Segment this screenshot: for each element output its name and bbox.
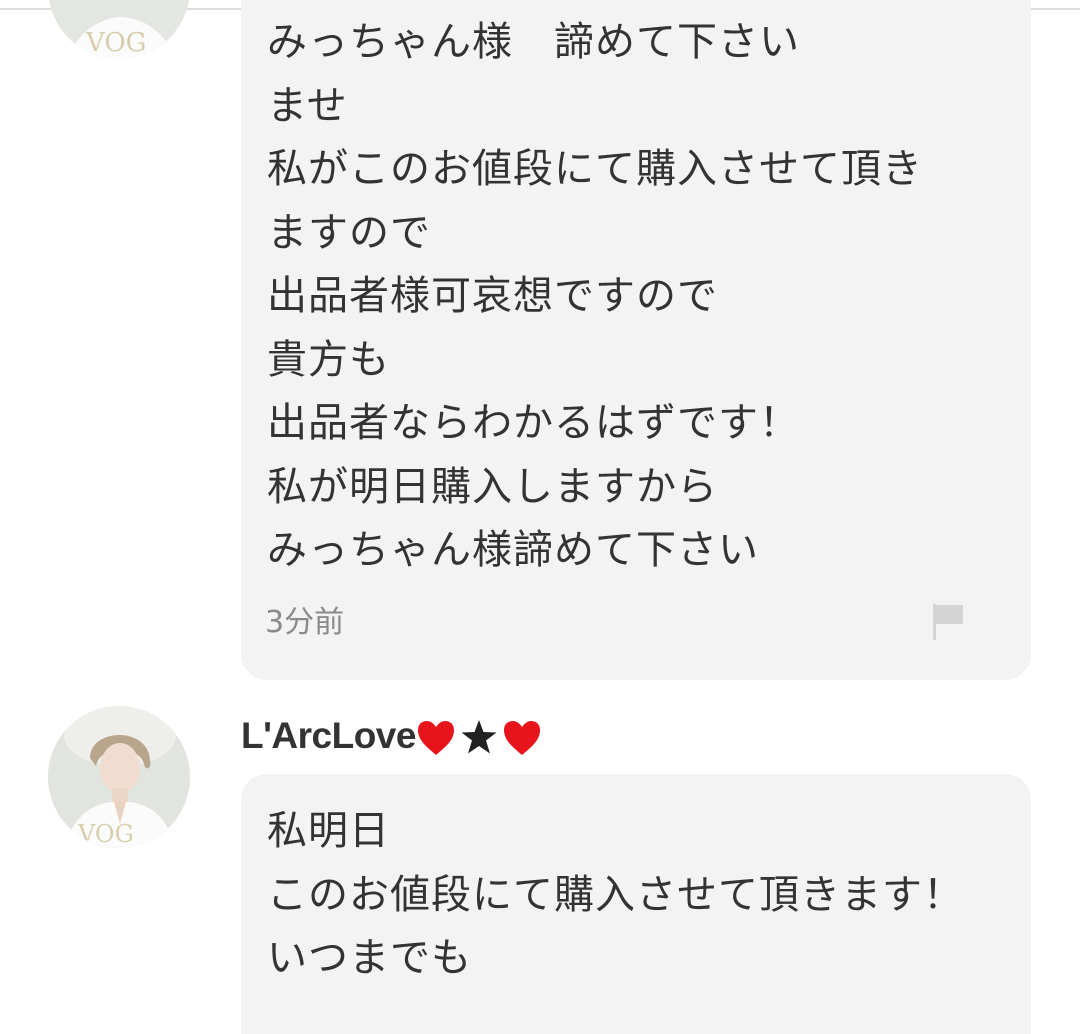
comment-username[interactable]: L'ArcLove bbox=[241, 712, 542, 760]
flag-icon[interactable] bbox=[929, 600, 969, 642]
heart-icon bbox=[503, 721, 540, 755]
comment-line: 私明日 bbox=[267, 808, 390, 854]
avatar[interactable]: VOG bbox=[48, 0, 190, 59]
comment-bubble: 私明日 このお値段にて購入させて頂きます！ いつまでも bbox=[241, 774, 1031, 1034]
svg-text:VOG: VOG bbox=[85, 28, 146, 58]
avatar-photo: VOG bbox=[48, 0, 190, 59]
comment-line: ませ bbox=[267, 82, 348, 129]
comment-bubble: みっちゃん様 諦めて下さい ませ 私がこのお値段にて購入させて頂き ますので 出… bbox=[241, 0, 1031, 680]
comment-timestamp: 3分前 bbox=[265, 605, 345, 640]
comment-text: みっちゃん様 諦めて下さい ませ 私がこのお値段にて購入させて頂き ますので 出… bbox=[267, 11, 923, 583]
comment-line: いつまでも bbox=[267, 935, 472, 981]
comment-line: 私が明日購入しますから bbox=[267, 463, 718, 510]
star-icon bbox=[461, 720, 497, 754]
comment-line: みっちゃん様諦めて下さい bbox=[267, 527, 759, 573]
comment-line: 貴方も bbox=[267, 336, 390, 383]
comment-line: このお値段にて購入させて頂きます！ bbox=[267, 871, 964, 918]
username-text: L'ArcLove bbox=[241, 715, 416, 756]
comment-line: ますので bbox=[267, 209, 431, 256]
comment-line: 出品者様可哀想ですので bbox=[267, 273, 718, 319]
avatar-photo: VOG bbox=[48, 706, 190, 848]
heart-icon bbox=[417, 721, 454, 755]
comment-line: みっちゃん様 諦めて下さい bbox=[267, 19, 800, 65]
avatar[interactable]: VOG bbox=[48, 706, 190, 848]
comment-line: 私がこのお値段にて購入させて頂き bbox=[267, 146, 923, 192]
comment-text: 私明日 このお値段にて購入させて頂きます！ いつまでも bbox=[267, 800, 964, 991]
svg-text:VOG: VOG bbox=[77, 820, 134, 848]
comment-line: 出品者ならわかるはずです！ bbox=[267, 400, 800, 446]
